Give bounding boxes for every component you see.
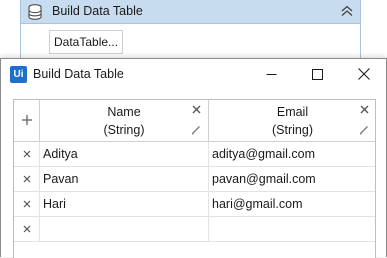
email-cell[interactable] <box>209 217 376 241</box>
table-row: Aditya aditya@gmail.com <box>14 142 375 167</box>
minimize-icon <box>266 73 276 75</box>
remove-row-cell[interactable] <box>14 192 40 216</box>
maximize-button[interactable] <box>294 59 340 89</box>
build-data-table-dialog: Ui Build Data Table Name (String) Email <box>0 58 387 258</box>
remove-row-cell[interactable] <box>14 142 40 166</box>
column-header-name[interactable]: Name (String) <box>40 100 209 141</box>
email-cell[interactable]: pavan@gmail.com <box>209 167 376 191</box>
remove-column-icon[interactable] <box>360 105 369 114</box>
dialog-title: Build Data Table <box>33 67 124 81</box>
column-name: Email <box>276 105 309 119</box>
email-value: aditya@gmail.com <box>212 147 316 161</box>
column-type: (String) <box>272 123 313 137</box>
dialog-titlebar[interactable]: Ui Build Data Table <box>1 59 386 89</box>
column-name: Name <box>107 105 141 119</box>
name-value: Hari <box>43 197 66 211</box>
edit-column-icon[interactable] <box>359 125 369 135</box>
data-table-grid: Name (String) Email (String) Aditya adit… <box>13 99 376 258</box>
activity-card: Build Data Table DataTable... <box>20 0 361 64</box>
close-icon <box>358 68 370 80</box>
name-value: Pavan <box>43 172 79 186</box>
collapse-chevron-icon[interactable] <box>340 4 354 18</box>
remove-row-icon <box>23 150 31 158</box>
remove-row-icon <box>23 225 31 233</box>
remove-row-icon <box>23 200 31 208</box>
name-cell[interactable] <box>40 217 209 241</box>
maximize-icon <box>311 68 323 80</box>
name-cell[interactable]: Pavan <box>40 167 209 191</box>
email-value: hari@gmail.com <box>212 197 303 211</box>
table-row: Hari hari@gmail.com <box>14 192 375 217</box>
minimize-button[interactable] <box>248 59 294 89</box>
column-header-email[interactable]: Email (String) <box>209 100 376 141</box>
add-row-cell[interactable] <box>14 100 40 141</box>
header-row: Name (String) Email (String) <box>14 100 375 142</box>
name-value: Aditya <box>43 147 78 161</box>
datatable-button[interactable]: DataTable... <box>49 30 124 54</box>
remove-row-cell[interactable] <box>14 217 40 241</box>
remove-column-icon[interactable] <box>192 105 201 114</box>
edit-column-icon[interactable] <box>191 125 201 135</box>
uipath-logo-icon: Ui <box>10 66 27 83</box>
activity-title: Build Data Table <box>52 4 143 18</box>
add-row-icon <box>22 115 32 125</box>
name-cell[interactable]: Hari <box>40 192 209 216</box>
email-value: pavan@gmail.com <box>212 172 316 186</box>
table-row: Pavan pavan@gmail.com <box>14 167 375 192</box>
email-cell[interactable]: aditya@gmail.com <box>209 142 376 166</box>
table-row-new <box>14 217 375 242</box>
column-type: (String) <box>103 123 145 137</box>
remove-row-icon <box>23 175 31 183</box>
activity-header[interactable]: Build Data Table <box>21 0 360 24</box>
close-button[interactable] <box>341 59 387 89</box>
email-cell[interactable]: hari@gmail.com <box>209 192 376 216</box>
remove-row-cell[interactable] <box>14 167 40 191</box>
name-cell[interactable]: Aditya <box>40 142 209 166</box>
database-icon <box>28 4 42 20</box>
